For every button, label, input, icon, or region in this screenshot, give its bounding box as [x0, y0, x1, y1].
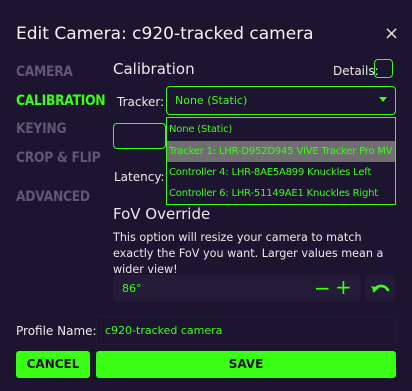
- undo-icon: [371, 284, 390, 293]
- fov-heading: FoV Override: [113, 205, 211, 223]
- profile-name-input[interactable]: c920-tracked camera: [96, 316, 396, 345]
- chevron-down-icon: [379, 97, 387, 102]
- latency-label: Latency:: [114, 170, 165, 184]
- edit-camera-dialog: Edit Camera: c920-tracked camera × CAMER…: [0, 0, 412, 391]
- dropdown-option-tracker-1[interactable]: Tracker 1: LHR-D952D945 VIVE Tracker Pro…: [167, 141, 395, 162]
- sidebar-item-keying[interactable]: KEYING: [16, 121, 67, 137]
- tracker-select[interactable]: None (Static): [166, 86, 396, 115]
- fov-value: 86°: [122, 282, 142, 295]
- calibration-heading: Calibration: [113, 60, 195, 78]
- tracker-dropdown-menu: None (Static) Tracker 1: LHR-D952D945 VI…: [166, 117, 396, 205]
- fov-description: This option will resize your camera to m…: [113, 231, 384, 276]
- details-checkbox[interactable]: [374, 59, 393, 78]
- cancel-button-label: CANCEL: [26, 357, 80, 371]
- dropdown-option-controller-4[interactable]: Controller 4: LHR-8AE5A899 Knuckles Left: [167, 162, 395, 183]
- profile-name-label: Profile Name:: [16, 324, 97, 338]
- details-label: Details:: [333, 64, 379, 78]
- fov-increase-button[interactable]: +: [335, 275, 352, 299]
- dropdown-option-controller-6[interactable]: Controller 6: LHR-51149AE1 Knuckles Righ…: [167, 183, 395, 204]
- calibrate-button[interactable]: [113, 123, 166, 149]
- dropdown-option-none[interactable]: None (Static): [167, 119, 395, 140]
- close-icon[interactable]: ×: [384, 23, 399, 44]
- dialog-title: Edit Camera: c920-tracked camera: [16, 24, 314, 44]
- tracker-label: Tracker:: [117, 95, 165, 109]
- sidebar-item-calibration[interactable]: CALIBRATION: [16, 93, 106, 109]
- save-button-label: SAVE: [228, 357, 264, 371]
- fov-reset-button[interactable]: [365, 275, 395, 302]
- fov-decrease-button[interactable]: −: [314, 276, 331, 300]
- save-button[interactable]: SAVE: [96, 351, 396, 378]
- tracker-select-value: None (Static): [175, 94, 248, 107]
- fov-input[interactable]: 86° − +: [113, 275, 361, 302]
- sidebar-item-crop-flip[interactable]: CROP & FLIP: [16, 150, 101, 166]
- sidebar-item-camera[interactable]: CAMERA: [16, 64, 73, 80]
- cancel-button[interactable]: CANCEL: [16, 351, 90, 378]
- profile-name-value: c920-tracked camera: [105, 324, 223, 337]
- sidebar-item-advanced[interactable]: ADVANCED: [16, 189, 90, 205]
